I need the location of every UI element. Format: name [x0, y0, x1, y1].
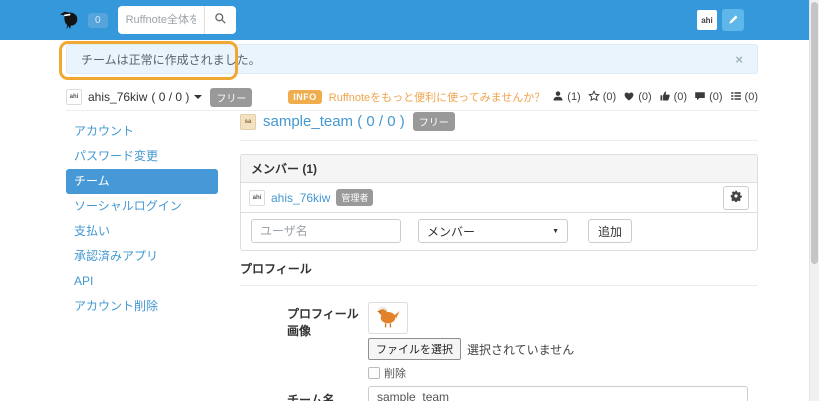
caret-down-icon: ▼ — [552, 227, 559, 235]
stat-followers[interactable]: (1) — [552, 90, 581, 105]
navbar-right: ahi — [697, 0, 744, 40]
stat-count: (0) — [602, 91, 617, 103]
top-navbar: 0 ahi — [0, 0, 810, 40]
search-button[interactable] — [203, 6, 236, 34]
info-badge: INFO — [288, 90, 322, 104]
stat-feed[interactable]: (0) — [730, 90, 758, 105]
alert-message: チームは正常に作成されました。 — [81, 52, 261, 67]
main-content: sa sample_team ( 0 / 0 ) フリー メンバー (1) ah… — [240, 112, 758, 401]
team-name-controls: 半角英数・ハイフン・アンダースコア・ピリオドで入力してください。(数字のみは不可… — [368, 386, 758, 401]
member-settings-button[interactable] — [723, 185, 749, 210]
delete-checkbox[interactable] — [368, 367, 380, 379]
pencil-icon — [728, 13, 739, 28]
page-title[interactable]: sample_team ( 0 / 0 ) — [263, 113, 405, 130]
bird-logo-icon[interactable] — [58, 9, 82, 31]
plan-badge: フリー — [210, 87, 253, 107]
stat-count: (1) — [567, 91, 581, 103]
team-name-label: チーム名 — [287, 393, 335, 401]
add-member-form: メンバー ▼ 追加 — [241, 213, 757, 250]
close-icon[interactable]: × — [735, 52, 743, 67]
stat-count: (0) — [673, 91, 688, 103]
username-link[interactable]: ahis_76kiw — [88, 90, 147, 104]
user-info-bar: ahi ahis_76kiw ( 0 / 0 ) フリー INFO Ruffno… — [66, 84, 758, 111]
stat-stars[interactable]: (0) — [587, 89, 617, 105]
delete-label: 削除 — [384, 368, 406, 380]
stat-comments[interactable]: (0) — [694, 90, 723, 105]
search-form — [117, 6, 236, 34]
profile-image-label: プロフィール画像 — [287, 307, 359, 338]
profile-image — [368, 302, 408, 334]
member-avatar: ahi — [249, 189, 265, 206]
members-panel: メンバー (1) ahi ahis_76kiw 管理者 メ — [240, 154, 758, 251]
gear-icon — [730, 190, 742, 205]
stat-thumbs-up[interactable]: (0) — [659, 90, 687, 105]
sidebar-item-approved-apps[interactable]: 承認済みアプリ — [66, 244, 218, 269]
team-header: sa sample_team ( 0 / 0 ) フリー — [240, 112, 758, 141]
user-counts: ( 0 / 0 ) — [151, 90, 190, 104]
profile-image-row: プロフィール画像 ファイルを選択 選択されていません 削除 — [240, 302, 758, 381]
star-icon — [587, 89, 600, 105]
role-select-value: メンバー — [427, 224, 476, 239]
search-input[interactable] — [117, 6, 204, 34]
delete-image-option: 削除 — [368, 365, 574, 381]
file-status-text: 選択されていません — [467, 342, 575, 357]
stat-count: (0) — [709, 91, 723, 103]
stat-likes[interactable]: (0) — [623, 90, 652, 105]
profile-section-heading: プロフィール — [240, 260, 758, 286]
sidebar-item-password[interactable]: パスワード変更 — [66, 144, 218, 169]
team-name-input[interactable] — [368, 386, 748, 401]
sidebar-item-api[interactable]: API — [66, 269, 218, 294]
member-row: ahi ahis_76kiw 管理者 — [241, 183, 757, 213]
promo-link[interactable]: Ruffnoteをもっと便利に使ってみませんか？ — [329, 89, 546, 105]
file-select-button[interactable]: ファイルを選択 — [368, 338, 461, 360]
user-avatar[interactable]: ahi — [697, 10, 717, 30]
add-member-button[interactable]: 追加 — [588, 219, 633, 243]
scrollbar[interactable] — [809, 0, 819, 401]
role-badge: 管理者 — [336, 189, 374, 206]
user-icon — [552, 90, 564, 105]
sidebar-item-team[interactable]: チーム — [66, 169, 218, 194]
search-icon — [214, 12, 227, 28]
heart-icon — [623, 90, 635, 105]
comment-icon — [694, 90, 706, 105]
user-stats: INFO Ruffnoteをもっと便利に使ってみませんか？ (1) (0) (0… — [288, 89, 758, 105]
thumbs-up-icon — [659, 90, 671, 105]
members-panel-header: メンバー (1) — [241, 155, 757, 183]
alert-info: チームは正常に作成されました。 × — [66, 44, 758, 74]
file-input: ファイルを選択 選択されていません — [368, 338, 574, 360]
sidebar-item-account[interactable]: アカウント — [66, 119, 218, 144]
stat-count: (0) — [744, 91, 758, 103]
caret-down-icon[interactable] — [194, 95, 203, 99]
new-note-button[interactable] — [722, 9, 744, 31]
username-input[interactable] — [251, 219, 401, 243]
sidebar-item-payment[interactable]: 支払い — [66, 219, 218, 244]
settings-sidebar: アカウント パスワード変更 チーム ソーシャルログイン 支払い 承認済みアプリ … — [66, 119, 218, 319]
scrollbar-thumb[interactable] — [811, 2, 818, 264]
role-select[interactable]: メンバー ▼ — [418, 219, 568, 243]
notification-badge[interactable]: 0 — [88, 12, 108, 28]
feed-icon — [730, 90, 742, 105]
member-name-link[interactable]: ahis_76kiw — [271, 191, 330, 205]
user-avatar-small: ahi — [66, 89, 82, 105]
stat-count: (0) — [638, 91, 652, 103]
page: 0 ahi — [0, 0, 819, 401]
sidebar-item-social-login[interactable]: ソーシャルログイン — [66, 194, 218, 219]
profile-image-controls: ファイルを選択 選択されていません 削除 — [368, 302, 574, 381]
plan-badge: フリー — [412, 112, 455, 131]
team-name-row: チーム名 半角英数・ハイフン・アンダースコア・ピリオドで入力してください。(数字… — [240, 386, 758, 401]
team-avatar: sa — [240, 113, 256, 130]
sidebar-item-delete-account[interactable]: アカウント削除 — [66, 294, 218, 319]
bird-image — [374, 303, 402, 334]
